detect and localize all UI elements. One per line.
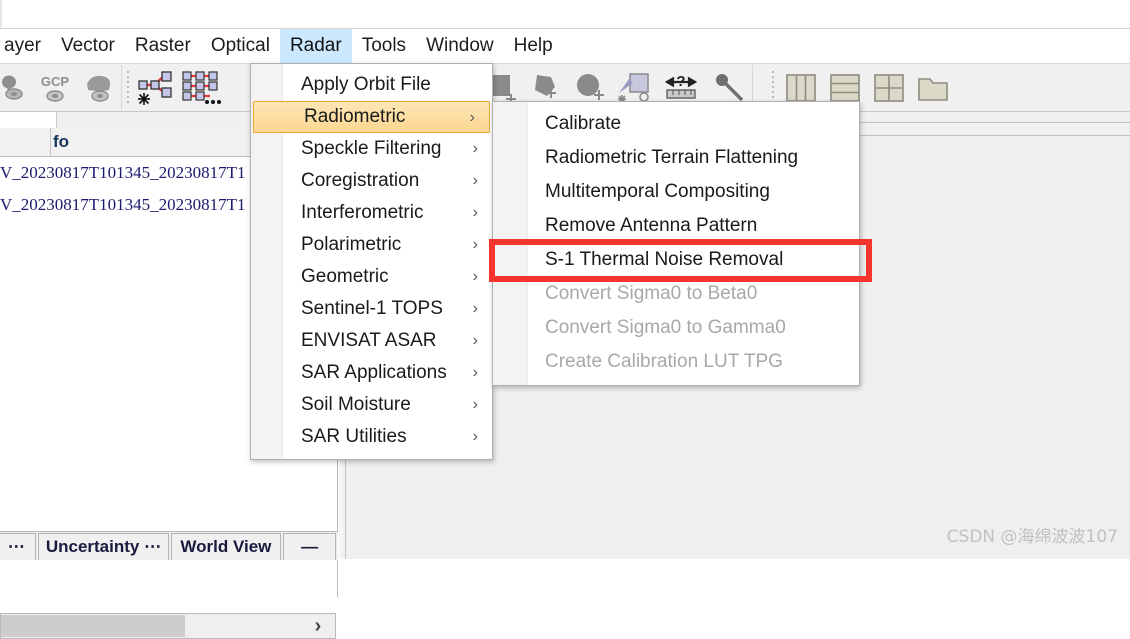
- batch-processing-icon[interactable]: [178, 65, 228, 110]
- submenu-item-label: Calibrate: [545, 113, 622, 134]
- submenu-item-label: Radiometric Terrain Flattening: [545, 147, 799, 168]
- radar-dropdown-menu: Apply Orbit File Radiometric › Speckle F…: [250, 63, 493, 460]
- menu-vector[interactable]: Vector: [51, 29, 125, 63]
- title-strip: [0, 0, 1130, 29]
- bottom-tab-minimize[interactable]: —: [283, 533, 336, 560]
- toolbar-separator-1: [122, 65, 134, 110]
- submenu-item-convert-sigma0-to-beta0: Convert Sigma0 to Beta0: [493, 277, 859, 311]
- menu-item-speckle-filtering[interactable]: Speckle Filtering ›: [251, 133, 492, 165]
- submenu-item-remove-antenna-pattern[interactable]: Remove Antenna Pattern: [493, 209, 859, 243]
- chevron-right-icon: ›: [472, 364, 478, 381]
- menu-item-label: Coregistration: [301, 170, 420, 191]
- submenu-item-radiometric-terrain-flattening[interactable]: Radiometric Terrain Flattening: [493, 141, 859, 175]
- menu-item-interferometric[interactable]: Interferometric ›: [251, 197, 492, 229]
- chevron-right-icon: ›: [472, 268, 478, 285]
- menu-item-label: Sentinel-1 TOPS: [301, 298, 443, 319]
- horizontal-scrollbar[interactable]: ›: [0, 613, 336, 639]
- menu-item-radiometric[interactable]: Radiometric ›: [253, 101, 490, 133]
- menu-optical[interactable]: Optical: [201, 29, 280, 63]
- menu-item-label: ENVISAT ASAR: [301, 330, 437, 351]
- bottom-tab-bar: ⋯ Uncertainty ⋯ World View —: [0, 531, 338, 560]
- menu-window[interactable]: Window: [416, 29, 504, 63]
- submenu-item-convert-sigma0-to-gamma0: Convert Sigma0 to Gamma0: [493, 311, 859, 345]
- menu-layer[interactable]: ayer: [0, 29, 51, 63]
- menu-help[interactable]: Help: [504, 29, 563, 63]
- menu-item-label: Radiometric: [304, 106, 406, 127]
- toolbar-group-graph: [134, 65, 228, 110]
- menu-item-label: Speckle Filtering: [301, 138, 442, 159]
- chevron-right-icon: ›: [472, 428, 478, 445]
- pin-placing-icon[interactable]: [0, 65, 33, 110]
- watermark-text: CSDN @海绵波波107: [946, 527, 1118, 547]
- chevron-right-icon: ›: [472, 396, 478, 413]
- gcp-icon[interactable]: GCP: [33, 65, 77, 110]
- column-header-blank[interactable]: [0, 128, 51, 156]
- chevron-right-icon: ›: [472, 140, 478, 157]
- chevron-right-icon: ›: [472, 300, 478, 317]
- menu-item-label: SAR Applications: [301, 362, 447, 383]
- submenu-item-label: Remove Antenna Pattern: [545, 215, 758, 236]
- menu-item-geometric[interactable]: Geometric ›: [251, 261, 492, 293]
- menu-item-polarimetric[interactable]: Polarimetric ›: [251, 229, 492, 261]
- toolbar-group-tools: GCP: [0, 65, 122, 110]
- submenu-item-label: Convert Sigma0 to Beta0: [545, 283, 758, 304]
- graph-builder-icon[interactable]: [134, 65, 178, 110]
- menu-item-envisat-asar[interactable]: ENVISAT ASAR ›: [251, 325, 492, 357]
- chevron-right-icon: ›: [472, 332, 478, 349]
- menu-item-label: Apply Orbit File: [301, 74, 431, 95]
- chevron-right-icon: ›: [472, 172, 478, 189]
- submenu-item-label: Multitemporal Compositing: [545, 181, 770, 202]
- scroll-right-arrow-icon[interactable]: ›: [305, 614, 331, 638]
- application-window: ayer Vector Raster Optical Radar Tools W…: [0, 0, 1130, 639]
- svg-text:?: ?: [676, 73, 685, 90]
- panel-tab-active[interactable]: [0, 112, 57, 128]
- bottom-tab-overflow[interactable]: ⋯: [0, 533, 37, 560]
- folder-icon[interactable]: [911, 65, 955, 110]
- chevron-right-icon: ›: [472, 204, 478, 221]
- menu-item-label: Interferometric: [301, 202, 424, 223]
- submenu-item-label: S-1 Thermal Noise Removal: [545, 249, 784, 270]
- window-left-edge: [0, 0, 2, 28]
- menu-item-sar-applications[interactable]: SAR Applications ›: [251, 357, 492, 389]
- chevron-right-icon: ›: [469, 109, 475, 126]
- submenu-item-label: Create Calibration LUT TPG: [545, 351, 783, 372]
- submenu-item-s1-thermal-noise-removal[interactable]: S-1 Thermal Noise Removal: [493, 243, 859, 277]
- menu-item-label: Polarimetric: [301, 234, 402, 255]
- menu-tools[interactable]: Tools: [352, 29, 416, 63]
- menu-raster[interactable]: Raster: [125, 29, 201, 63]
- menu-item-label: Geometric: [301, 266, 389, 287]
- chevron-right-icon: ›: [472, 236, 478, 253]
- menu-item-coregistration[interactable]: Coregistration ›: [251, 165, 492, 197]
- magnifier-range-icon[interactable]: [77, 65, 121, 110]
- menu-item-sar-utilities[interactable]: SAR Utilities ›: [251, 421, 492, 453]
- menu-item-sentinel-1-tops[interactable]: Sentinel-1 TOPS ›: [251, 293, 492, 325]
- bottom-tab-world-view[interactable]: World View: [170, 533, 282, 560]
- menu-item-soil-moisture[interactable]: Soil Moisture ›: [251, 389, 492, 421]
- svg-text:GCP: GCP: [41, 74, 70, 89]
- menu-item-label: SAR Utilities: [301, 426, 407, 447]
- submenu-item-label: Convert Sigma0 to Gamma0: [545, 317, 786, 338]
- bottom-tab-uncertainty[interactable]: Uncertainty ⋯: [38, 533, 169, 560]
- menu-bar: ayer Vector Raster Optical Radar Tools W…: [0, 29, 1130, 64]
- menu-radar[interactable]: Radar: [279, 29, 352, 63]
- scrollbar-thumb[interactable]: [1, 615, 185, 637]
- menu-bar-items: ayer Vector Raster Optical Radar Tools W…: [0, 29, 563, 63]
- submenu-item-calibrate[interactable]: Calibrate: [493, 107, 859, 141]
- submenu-item-multitemporal-compositing[interactable]: Multitemporal Compositing: [493, 175, 859, 209]
- menu-item-label: Soil Moisture: [301, 394, 411, 415]
- submenu-item-create-calibration-lut-tpg: Create Calibration LUT TPG: [493, 345, 859, 379]
- tile-grid-icon[interactable]: [867, 65, 911, 110]
- menu-item-apply-orbit-file[interactable]: Apply Orbit File: [251, 69, 492, 101]
- radiometric-submenu: Calibrate Radiometric Terrain Flattening…: [492, 101, 860, 386]
